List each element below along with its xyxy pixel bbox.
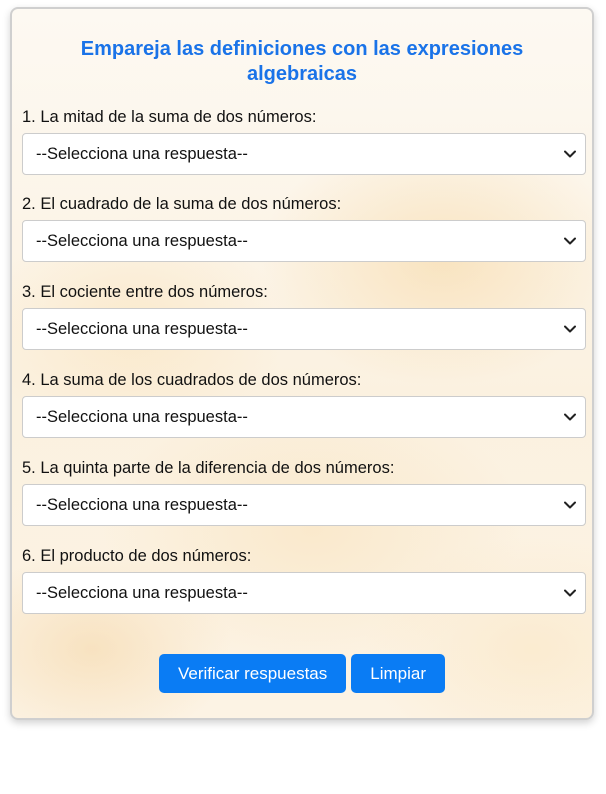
clear-button[interactable]: Limpiar xyxy=(351,654,446,693)
chevron-down-icon xyxy=(563,586,577,600)
answer-select-1[interactable]: --Selecciona una respuesta-- xyxy=(22,133,586,175)
answer-select-6[interactable]: --Selecciona una respuesta-- xyxy=(22,572,586,614)
select-value: --Selecciona una respuesta-- xyxy=(36,407,248,426)
question-5: 5. La quinta parte de la diferencia de d… xyxy=(22,456,586,526)
page-title: Empareja las definiciones con las expres… xyxy=(80,38,524,85)
chevron-down-icon xyxy=(563,410,577,424)
select-value: --Selecciona una respuesta-- xyxy=(36,144,248,163)
chevron-down-icon xyxy=(563,147,577,161)
select-value: --Selecciona una respuesta-- xyxy=(36,495,248,514)
question-label: 3. El cociente entre dos números: xyxy=(22,283,268,301)
question-2: 2. El cuadrado de la suma de dos números… xyxy=(22,192,586,262)
answer-select-4[interactable]: --Selecciona una respuesta-- xyxy=(22,396,586,438)
chevron-down-icon xyxy=(563,234,577,248)
question-label: 6. El producto de dos números: xyxy=(22,547,252,565)
select-value: --Selecciona una respuesta-- xyxy=(36,583,248,602)
question-4: 4. La suma de los cuadrados de dos númer… xyxy=(22,368,586,438)
question-label: 4. La suma de los cuadrados de dos númer… xyxy=(22,371,362,389)
question-3: 3. El cociente entre dos números: --Sele… xyxy=(22,280,586,350)
question-label: 2. El cuadrado de la suma de dos números… xyxy=(22,195,342,213)
select-value: --Selecciona una respuesta-- xyxy=(36,319,248,338)
chevron-down-icon xyxy=(563,498,577,512)
select-value: --Selecciona una respuesta-- xyxy=(36,231,248,250)
question-6: 6. El producto de dos números: --Selecci… xyxy=(22,544,586,614)
verify-button[interactable]: Verificar respuestas xyxy=(158,654,347,693)
question-label: 1. La mitad de la suma de dos números: xyxy=(22,108,317,126)
question-1: 1. La mitad de la suma de dos números: -… xyxy=(22,105,586,175)
answer-select-5[interactable]: --Selecciona una respuesta-- xyxy=(22,484,586,526)
quiz-card: Empareja las definiciones con las expres… xyxy=(10,7,594,720)
answer-select-2[interactable]: --Selecciona una respuesta-- xyxy=(22,220,586,262)
chevron-down-icon xyxy=(563,322,577,336)
action-buttons: Verificar respuestas Limpiar xyxy=(12,654,592,693)
answer-select-3[interactable]: --Selecciona una respuesta-- xyxy=(22,308,586,350)
question-label: 5. La quinta parte de la diferencia de d… xyxy=(22,459,395,477)
